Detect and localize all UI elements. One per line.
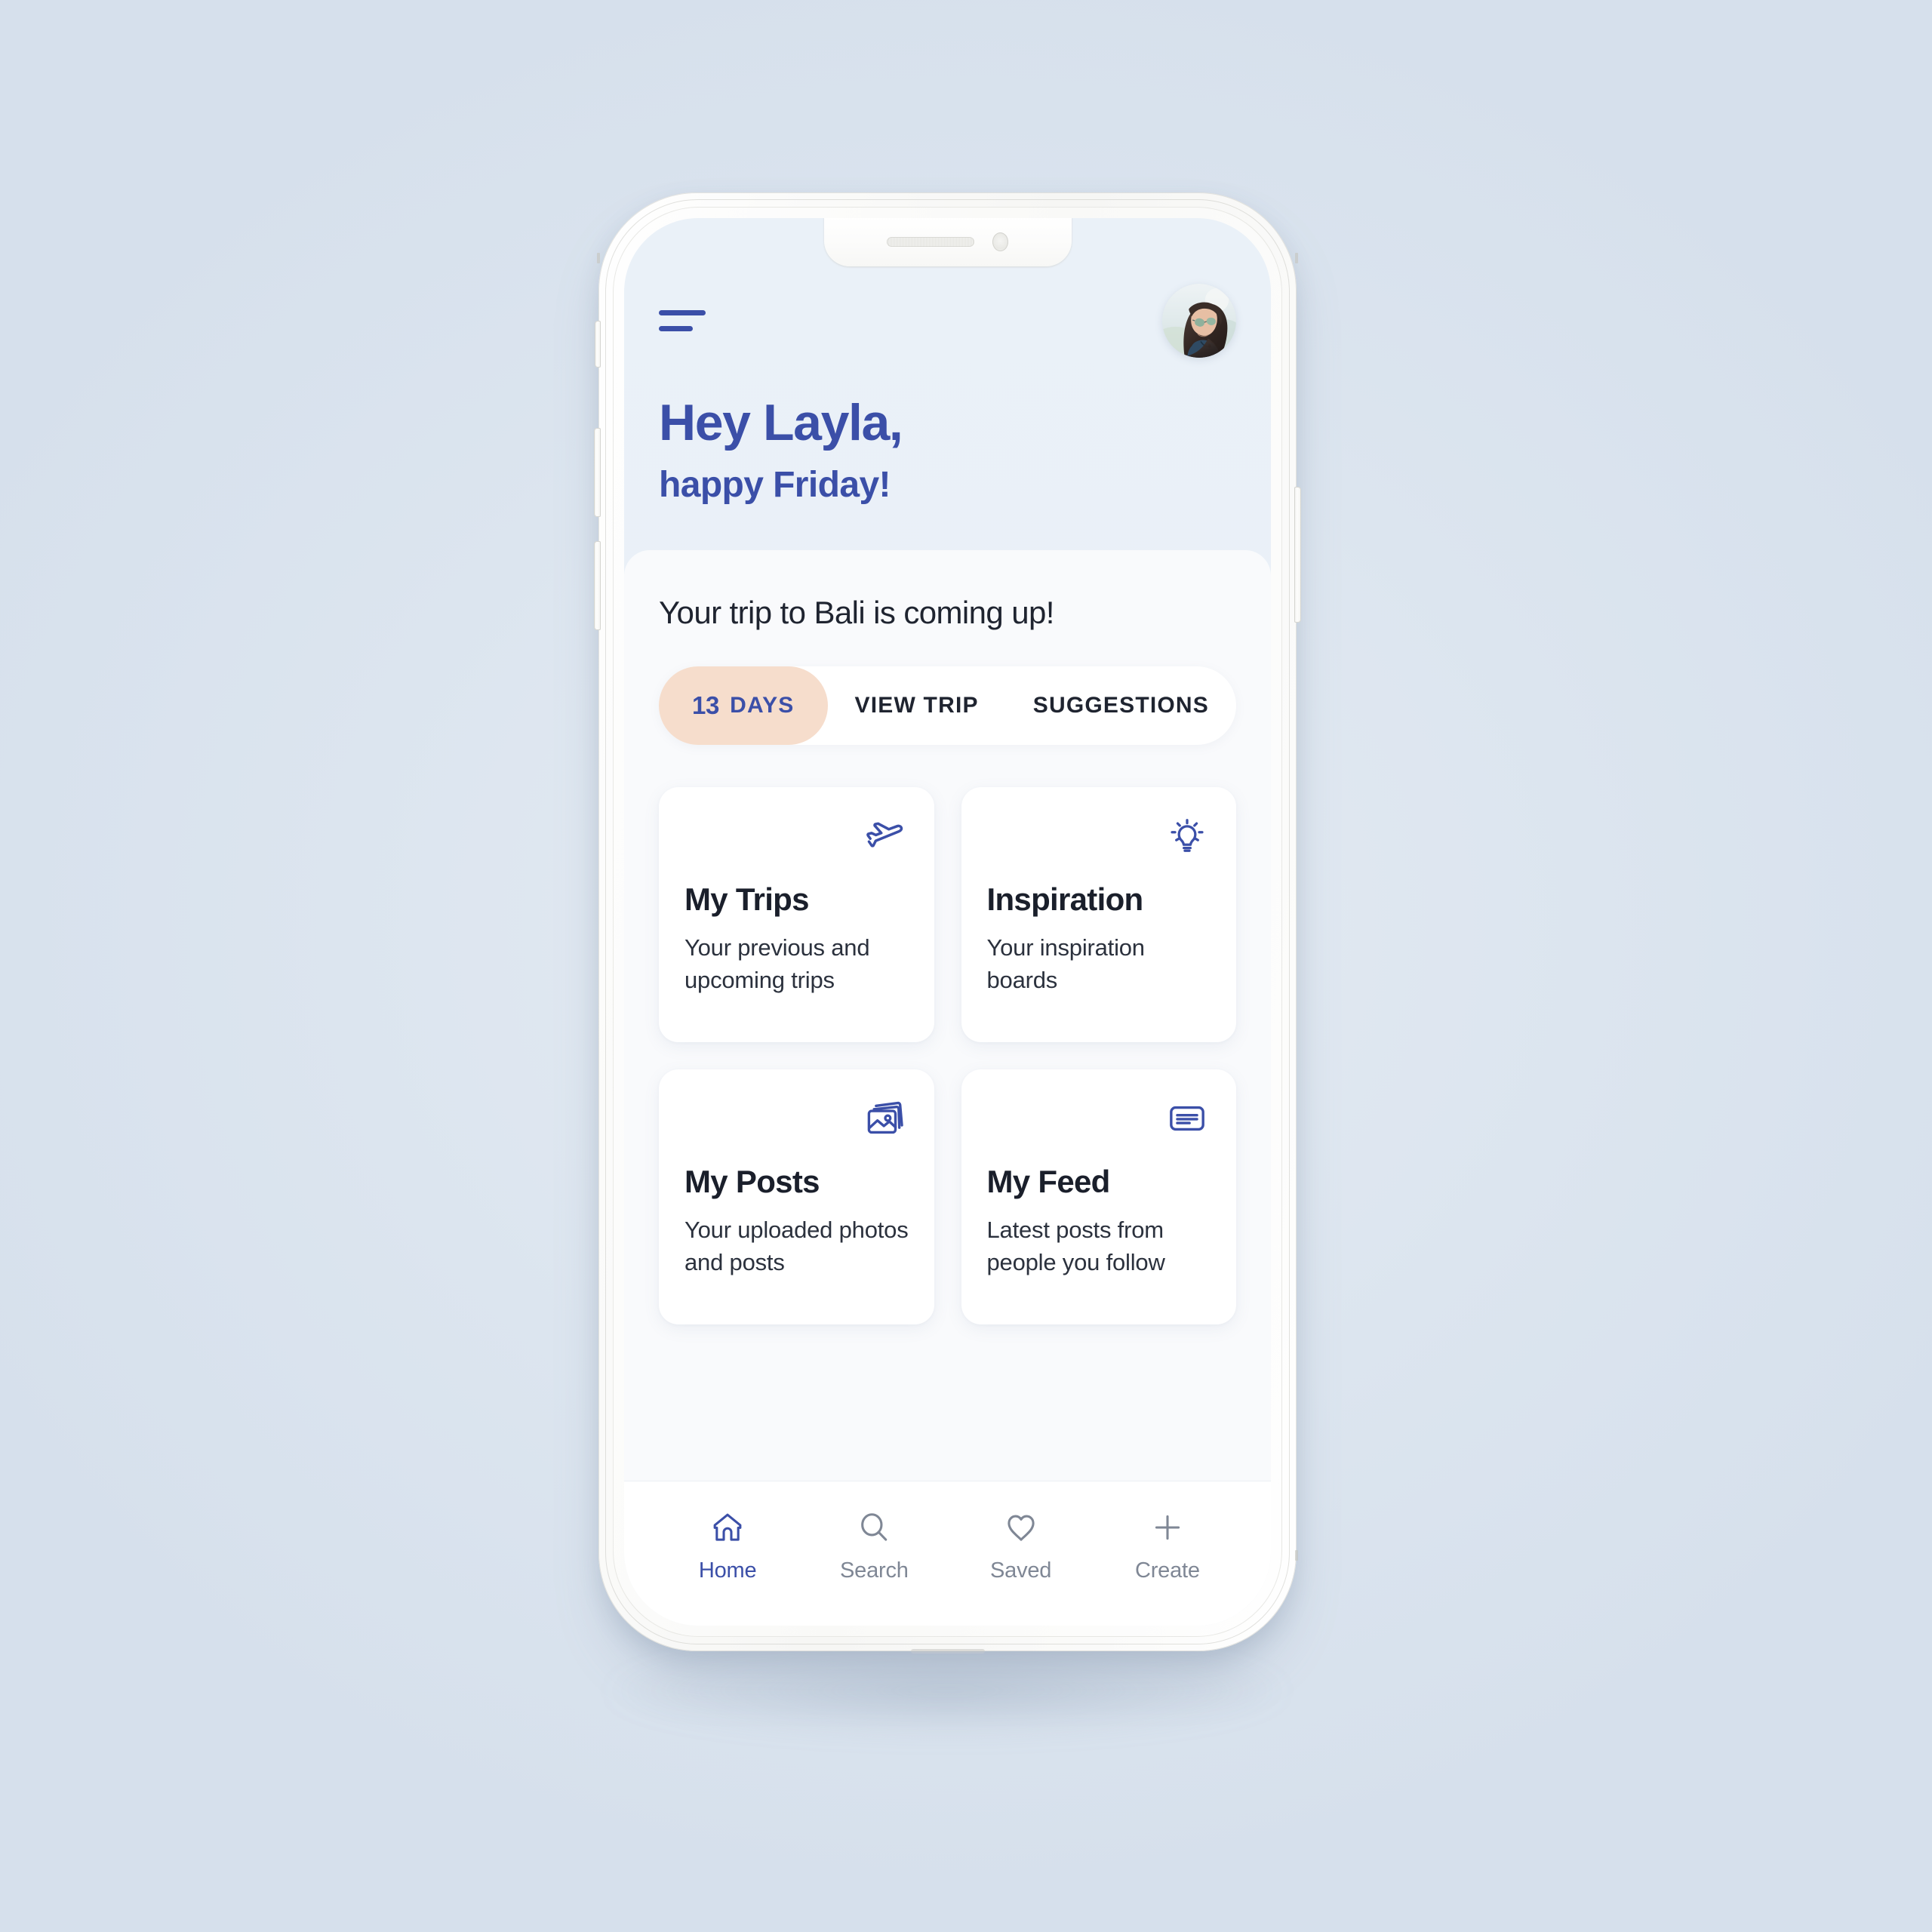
nav-label: Create — [1134, 1558, 1200, 1583]
earpiece-speaker-icon — [887, 236, 974, 247]
search-icon — [857, 1507, 891, 1548]
card-title: Inspiration — [986, 881, 1144, 918]
greeting-block: Hey Layla, happy Friday! — [659, 394, 1236, 506]
tab-days-countdown[interactable]: 13 DAYS — [659, 666, 828, 746]
card-title: My Posts — [685, 1164, 820, 1200]
antenna-band-top-left — [597, 253, 600, 263]
content-sheet: Your trip to Bali is coming up! 13 DAYS … — [624, 549, 1271, 1626]
tab-view-trip[interactable]: VIEW TRIP — [828, 666, 1006, 745]
antenna-band-bottom-right — [1295, 1550, 1298, 1561]
feature-card-grid: My Trips Your previous and upcoming trip… — [659, 787, 1236, 1325]
hamburger-bar-bottom — [659, 326, 693, 331]
trip-headline: Your trip to Bali is coming up! — [659, 594, 1054, 630]
user-avatar-photo — [1162, 284, 1236, 358]
card-description: Your uploaded photos and posts — [685, 1217, 909, 1276]
card-title: My Trips — [685, 881, 809, 918]
phone-power-button[interactable] — [1294, 487, 1301, 623]
bottom-navigation-bar: Home Search Saved Create — [624, 1481, 1271, 1626]
tab-suggestions[interactable]: SUGGESTIONS — [1006, 666, 1236, 745]
card-description: Latest posts from people you follow — [986, 1217, 1165, 1276]
card-description: Your inspiration boards — [986, 934, 1146, 994]
avatar[interactable] — [1162, 284, 1236, 358]
card-title: My Feed — [986, 1164, 1111, 1200]
phone-drop-shadow — [596, 1645, 1298, 1736]
nav-item-home[interactable]: Home — [654, 1507, 801, 1583]
card-inspiration[interactable]: Inspiration Your inspiration boards — [961, 787, 1236, 1043]
home-icon — [710, 1507, 745, 1548]
front-camera-icon — [992, 232, 1008, 251]
nav-item-search[interactable]: Search — [801, 1507, 947, 1583]
article-lines-icon — [1164, 1095, 1211, 1142]
page-subtitle: happy Friday! — [659, 465, 891, 506]
airplane-icon — [862, 813, 909, 860]
days-count: 13 — [692, 691, 720, 720]
nav-item-saved[interactable]: Saved — [948, 1507, 1094, 1583]
content-sheet-inner: Your trip to Bali is coming up! 13 DAYS … — [624, 550, 1271, 1481]
phone-bottom-speaker — [910, 1649, 985, 1654]
nav-label: Saved — [990, 1558, 1052, 1583]
phone-volume-down-button[interactable] — [594, 541, 601, 630]
hamburger-bar-top — [659, 310, 706, 315]
card-description: Your previous and upcoming trips — [685, 934, 870, 994]
card-my-posts[interactable]: My Posts Your uploaded photos and posts — [659, 1069, 934, 1325]
app-root: Hey Layla, happy Friday! Your trip to Ba… — [624, 218, 1271, 1626]
antenna-band-top-right — [1295, 253, 1298, 263]
nav-item-create[interactable]: Create — [1094, 1507, 1241, 1583]
phone-screen: Hey Layla, happy Friday! Your trip to Ba… — [624, 218, 1271, 1626]
plus-icon — [1150, 1507, 1185, 1548]
nav-label: Home — [698, 1558, 757, 1583]
phone-notch — [823, 218, 1072, 266]
phone-volume-up-button[interactable] — [594, 428, 601, 517]
days-unit-label: DAYS — [730, 693, 795, 718]
heart-icon — [1004, 1507, 1038, 1548]
lightbulb-icon — [1164, 813, 1211, 860]
trip-segmented-tabs: 13 DAYS VIEW TRIP SUGGESTIONS — [659, 666, 1236, 746]
phone-mute-switch[interactable] — [595, 321, 601, 368]
page-title: Hey Layla, — [659, 394, 903, 451]
card-my-trips[interactable]: My Trips Your previous and upcoming trip… — [659, 787, 934, 1043]
photo-stack-icon — [862, 1095, 909, 1142]
hamburger-menu-icon[interactable] — [659, 303, 713, 338]
card-my-feed[interactable]: My Feed Latest posts from people you fol… — [961, 1069, 1236, 1325]
top-bar — [659, 284, 1236, 358]
phone-device-frame: Hey Layla, happy Friday! Your trip to Ba… — [594, 192, 1301, 1654]
nav-label: Search — [840, 1558, 909, 1583]
